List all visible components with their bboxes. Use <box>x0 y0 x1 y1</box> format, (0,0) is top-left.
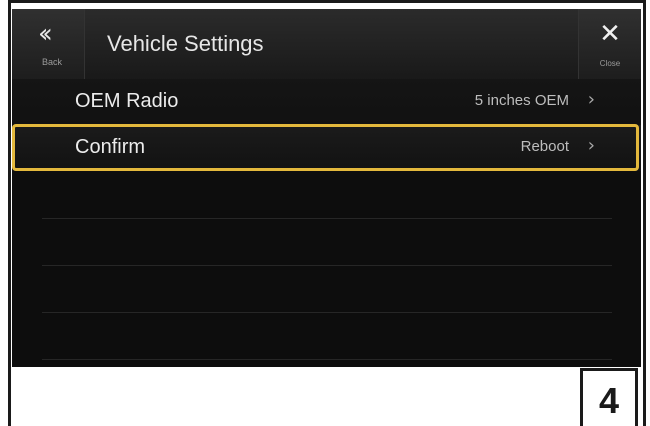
step-number: 4 <box>598 380 620 421</box>
header-bar: ‹‹ Back Vehicle Settings ✕ Close <box>12 9 641 89</box>
page-title: Vehicle Settings <box>107 31 264 56</box>
close-x-icon: ✕ <box>599 19 621 49</box>
list-item-oem-radio[interactable]: OEM Radio 5 inches OEM › <box>12 79 641 125</box>
step-number-box: 4 <box>580 368 638 426</box>
double-chevron-left-icon: ‹‹ <box>38 19 53 49</box>
list-item-confirm[interactable]: Confirm Reboot › <box>12 125 641 171</box>
chevron-right-icon: › <box>587 89 595 110</box>
back-button[interactable]: ‹‹ Back <box>12 9 85 88</box>
close-button[interactable]: ✕ Close <box>578 9 641 88</box>
head-unit-screen: ‹‹ Back Vehicle Settings ✕ Close OEM Rad… <box>12 9 641 367</box>
row-label: OEM Radio <box>75 90 179 112</box>
row-label: Confirm <box>75 136 146 158</box>
divider <box>42 312 612 313</box>
back-label: Back <box>42 57 63 67</box>
divider <box>42 218 612 219</box>
page: ‹‹ Back Vehicle Settings ✕ Close OEM Rad… <box>0 0 650 426</box>
divider <box>42 359 612 360</box>
caption-area <box>11 367 641 426</box>
row-value: Reboot <box>520 138 569 155</box>
close-label: Close <box>599 59 621 68</box>
divider <box>42 265 612 266</box>
row-value: 5 inches OEM <box>474 92 569 109</box>
chevron-right-icon: › <box>587 135 595 156</box>
